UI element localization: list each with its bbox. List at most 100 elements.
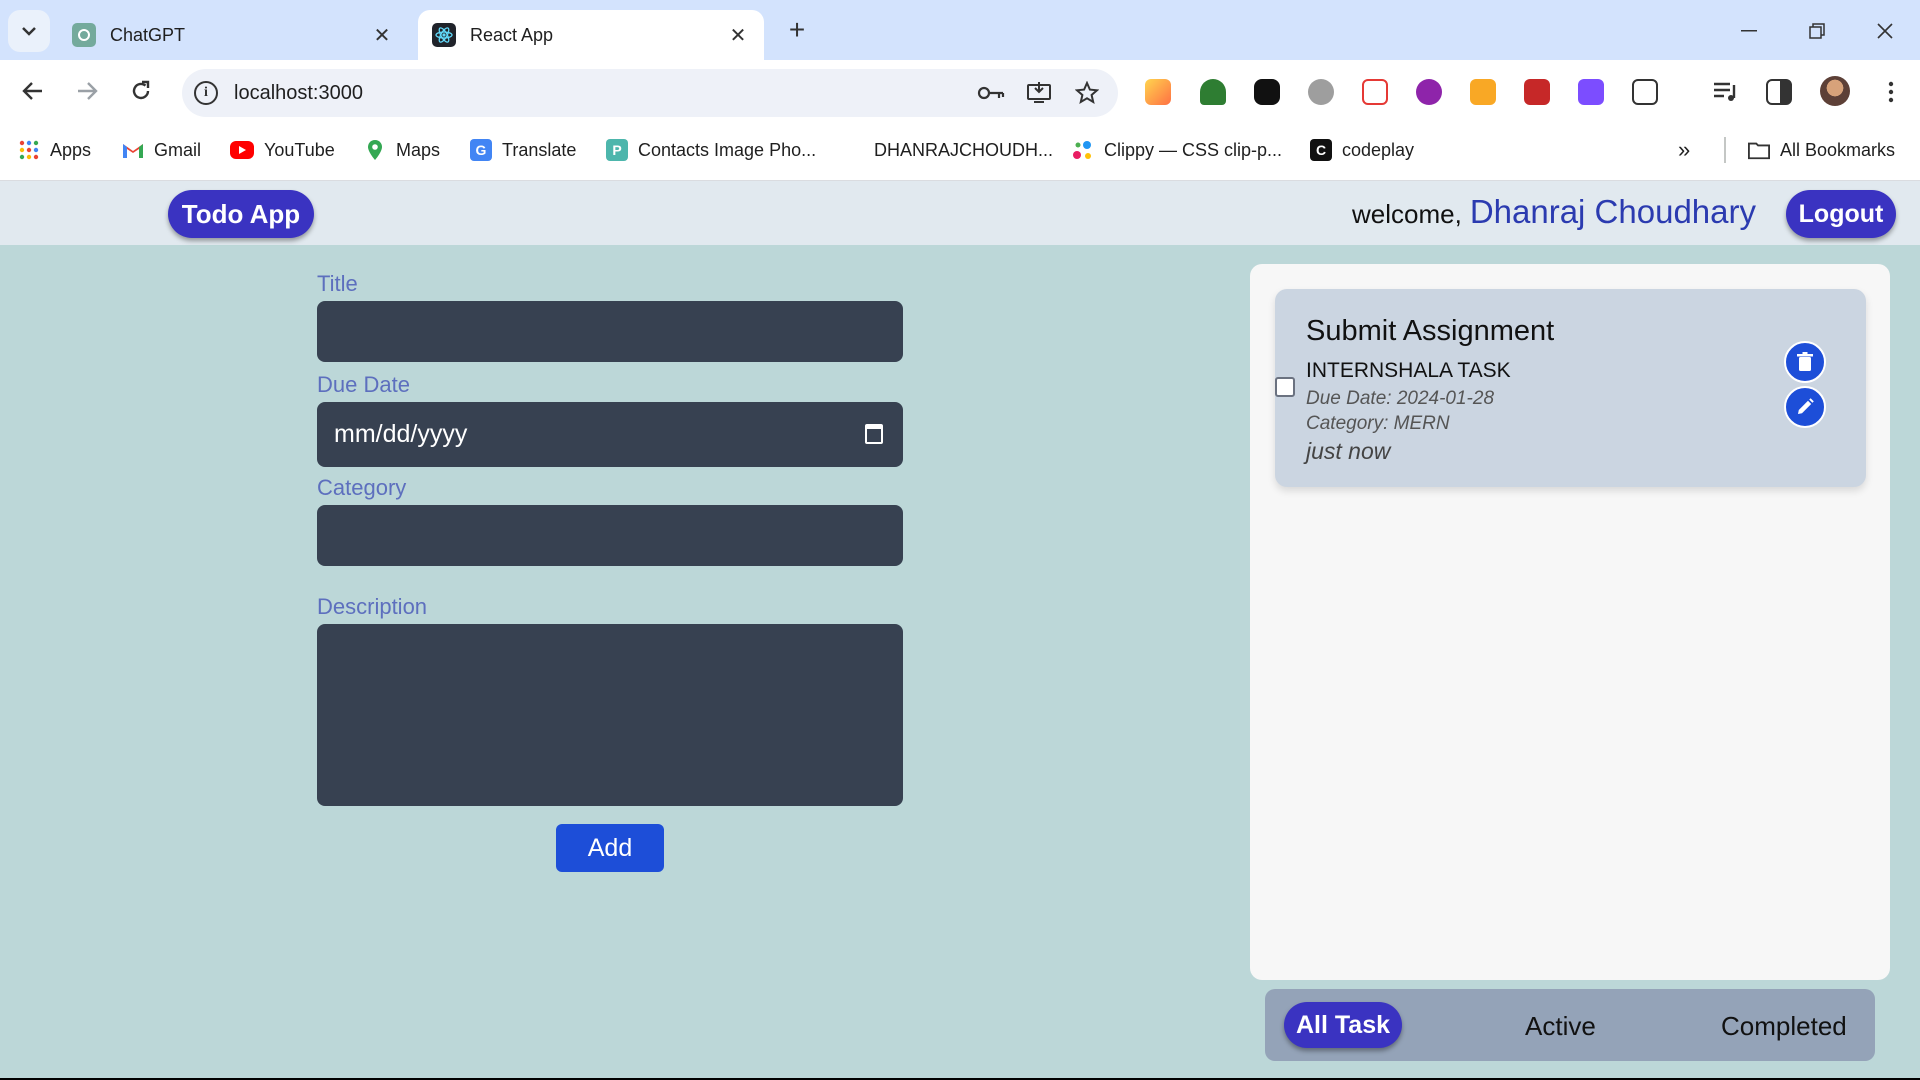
address-bar[interactable]: i localhost:3000 xyxy=(182,69,1118,117)
clippy-icon xyxy=(1072,139,1094,161)
task-category: Category: MERN xyxy=(1306,413,1450,434)
extension-folder-icon[interactable] xyxy=(1470,79,1496,105)
new-tab-button[interactable]: + xyxy=(780,14,814,48)
extension-copy-icon[interactable] xyxy=(1362,79,1388,105)
bookmark-label: Translate xyxy=(502,139,577,160)
arrow-right-icon xyxy=(78,82,98,100)
task-description: INTERNSHALA TASK xyxy=(1306,359,1511,382)
browser-tab-chatgpt[interactable]: ChatGPT ✕ xyxy=(58,10,408,60)
key-icon[interactable] xyxy=(974,76,1008,110)
url-text[interactable]: localhost:3000 xyxy=(234,82,974,105)
bookmark-clippy[interactable]: Clippy — CSS clip-p... xyxy=(1072,135,1282,165)
extension-purple-icon[interactable] xyxy=(1416,79,1442,105)
chevron-down-icon xyxy=(22,27,36,36)
extension-bug-icon[interactable] xyxy=(1308,79,1334,105)
tab-search-button[interactable] xyxy=(8,10,50,52)
description-label: Description xyxy=(317,594,428,619)
translate-icon: G xyxy=(470,139,492,161)
brand-button[interactable]: Todo App xyxy=(168,190,314,238)
minimize-icon xyxy=(1741,30,1757,32)
category-input[interactable] xyxy=(317,505,903,566)
tab-title: ChatGPT xyxy=(110,24,186,45)
maps-pin-icon xyxy=(364,139,386,161)
extension-mask-icon[interactable] xyxy=(1254,79,1280,105)
task-title: Submit Assignment xyxy=(1306,315,1555,347)
close-window-button[interactable] xyxy=(1868,14,1902,48)
minimize-button[interactable] xyxy=(1732,14,1766,48)
bookmark-maps[interactable]: Maps xyxy=(364,135,440,165)
bookmark-contacts-image[interactable]: P Contacts Image Pho... xyxy=(606,135,816,165)
restore-icon xyxy=(1809,23,1825,39)
star-icon[interactable] xyxy=(1070,76,1104,110)
bookmark-apps[interactable]: Apps xyxy=(18,135,91,165)
due-date-input[interactable]: mm/dd/yyyy xyxy=(317,402,903,467)
tab-title: React App xyxy=(470,24,554,45)
more-bookmarks-button[interactable]: » xyxy=(1678,135,1690,165)
side-panel-icon[interactable] xyxy=(1766,79,1792,105)
bookmark-label: Gmail xyxy=(154,139,202,160)
kebab-menu-icon[interactable] xyxy=(1878,79,1904,105)
contacts-image-icon: P xyxy=(606,139,628,161)
welcome-message: welcome, Dhanraj Choudhary xyxy=(1352,193,1756,231)
due-date-label: Due Date xyxy=(317,372,410,397)
extension-html-icon[interactable] xyxy=(1200,79,1226,105)
folder-icon xyxy=(1748,139,1770,161)
title-input[interactable] xyxy=(317,301,903,362)
bookmark-label: Clippy — CSS clip-p... xyxy=(1104,139,1283,160)
task-timestamp: just now xyxy=(1306,438,1391,464)
add-button[interactable]: Add xyxy=(556,824,664,872)
category-label: Category xyxy=(317,475,407,500)
bookmark-gmail[interactable]: Gmail xyxy=(122,135,201,165)
youtube-icon xyxy=(230,141,254,159)
extension-red-icon[interactable] xyxy=(1524,79,1550,105)
extension-highlighter-icon[interactable] xyxy=(1145,79,1171,105)
filter-all-tasks[interactable]: All Task xyxy=(1284,1002,1402,1048)
back-button[interactable] xyxy=(14,72,52,110)
description-textarea[interactable] xyxy=(317,624,903,806)
bookmark-label: Contacts Image Pho... xyxy=(638,139,817,160)
task-filter-bar: All Task Active Completed xyxy=(1265,989,1875,1061)
task-complete-checkbox[interactable] xyxy=(1275,377,1295,397)
task-due-date: Due Date: 2024-01-28 xyxy=(1306,388,1495,409)
close-icon[interactable]: ✕ xyxy=(370,23,394,48)
close-icon xyxy=(1877,23,1893,39)
browser-toolbar: i localhost:3000 xyxy=(0,60,1920,119)
delete-task-button[interactable] xyxy=(1784,341,1826,383)
install-app-icon[interactable] xyxy=(1022,76,1056,110)
bookmark-youtube[interactable]: YouTube xyxy=(230,135,335,165)
pencil-icon xyxy=(1798,398,1814,414)
restore-button[interactable] xyxy=(1800,14,1834,48)
close-icon[interactable]: ✕ xyxy=(726,23,750,48)
extension-d-icon[interactable] xyxy=(1578,79,1604,105)
browser-tab-strip: ChatGPT ✕ React App ✕ + xyxy=(0,0,1920,60)
media-control-icon[interactable] xyxy=(1712,79,1738,105)
apps-grid-icon xyxy=(18,139,40,161)
bookmark-label: codeplay xyxy=(1342,139,1415,160)
react-icon xyxy=(432,23,456,47)
filter-completed[interactable]: Completed xyxy=(1721,1011,1847,1042)
codeplay-icon: C xyxy=(1310,139,1332,161)
filter-active[interactable]: Active xyxy=(1525,1011,1596,1042)
browser-tab-react-app[interactable]: React App ✕ xyxy=(418,10,764,60)
calendar-icon[interactable] xyxy=(865,424,883,444)
all-bookmarks-button[interactable]: All Bookmarks xyxy=(1748,135,1895,165)
bookmark-codeplay[interactable]: C codeplay xyxy=(1310,135,1414,165)
todo-app: Todo App welcome, Dhanraj Choudhary Logo… xyxy=(0,181,1920,1078)
gmail-icon xyxy=(122,139,144,161)
trash-icon xyxy=(1797,352,1813,371)
bookmark-label: Maps xyxy=(396,139,441,160)
logout-button[interactable]: Logout xyxy=(1786,190,1896,238)
bookmark-translate[interactable]: G Translate xyxy=(470,135,576,165)
site-info-icon[interactable]: i xyxy=(194,81,218,105)
edit-task-button[interactable] xyxy=(1784,386,1826,428)
extensions-puzzle-icon[interactable] xyxy=(1632,79,1658,105)
user-name: Dhanraj Choudhary xyxy=(1469,193,1756,230)
title-label: Title xyxy=(317,271,358,296)
task-card: Submit Assignment INTERNSHALA TASK Due D… xyxy=(1275,289,1866,487)
welcome-text: welcome, xyxy=(1352,199,1462,229)
reload-button[interactable] xyxy=(122,72,160,110)
bookmark-label: All Bookmarks xyxy=(1780,139,1896,160)
forward-button[interactable] xyxy=(68,72,106,110)
bookmark-dhanraj[interactable]: DHANRAJCHOUDH... xyxy=(874,135,1053,165)
avatar[interactable] xyxy=(1820,76,1850,106)
